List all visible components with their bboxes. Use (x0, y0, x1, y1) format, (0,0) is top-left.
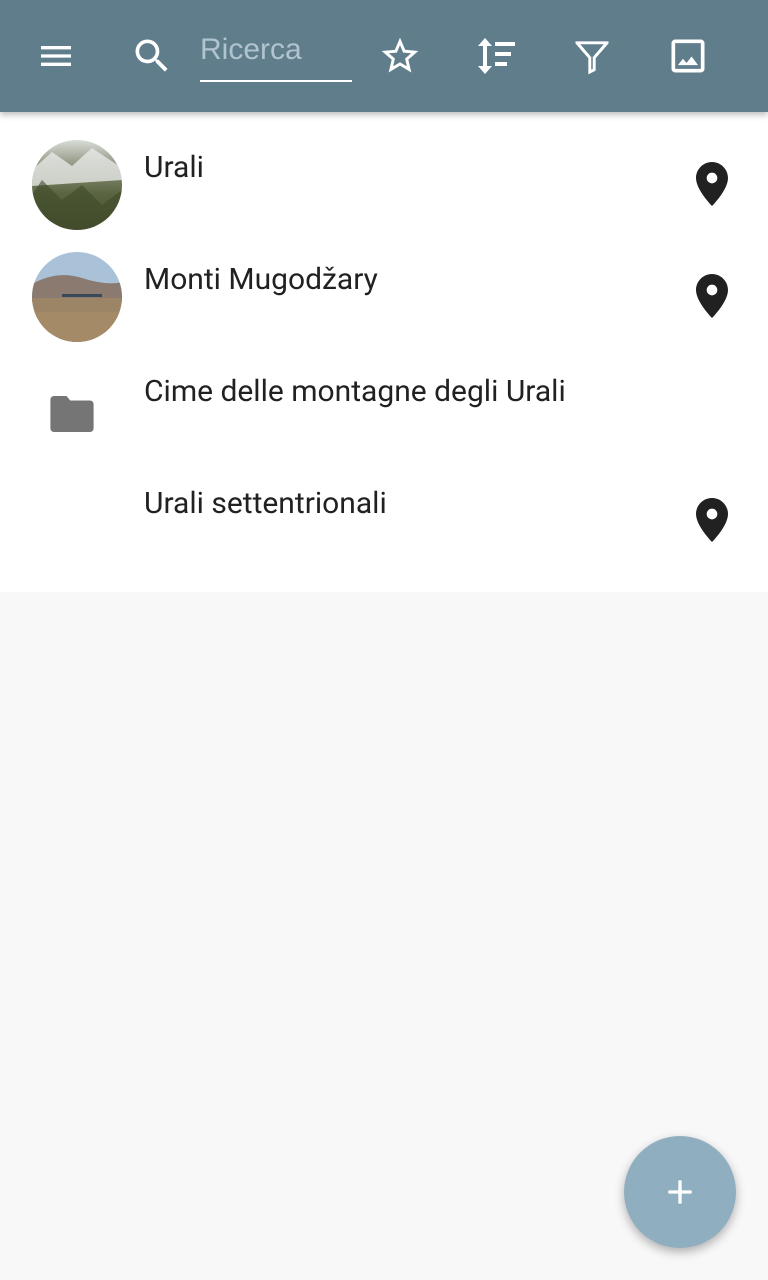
filter-icon (575, 41, 609, 75)
places-list: Urali Monti Mugodžary Cime delle montagn… (0, 112, 768, 592)
plus-icon (668, 1180, 692, 1204)
search-input[interactable] (200, 24, 352, 76)
add-button[interactable] (624, 1136, 736, 1248)
search-field[interactable] (200, 24, 352, 82)
map-pin-icon[interactable] (696, 162, 728, 206)
search-button[interactable] (124, 28, 180, 84)
image-toggle-button[interactable] (660, 28, 716, 84)
list-item[interactable]: Urali (0, 112, 768, 230)
folder-icon (50, 396, 94, 432)
filter-button[interactable] (564, 28, 620, 84)
item-label: Urali settentrionali (144, 486, 387, 521)
list-item[interactable]: Urali settentrionali (0, 448, 768, 560)
star-outline-icon (381, 37, 419, 73)
map-pin-icon[interactable] (696, 498, 728, 542)
item-label: Urali (144, 150, 204, 185)
list-item[interactable]: Cime delle montagne degli Urali (0, 336, 768, 448)
sort-button[interactable] (467, 28, 523, 84)
menu-button[interactable] (28, 28, 84, 84)
image-icon (671, 39, 705, 73)
favorites-button[interactable] (372, 28, 428, 84)
menu-icon (41, 46, 71, 66)
item-label: Cime delle montagne degli Urali (144, 374, 566, 409)
place-thumbnail (32, 252, 122, 342)
place-thumbnail (32, 140, 122, 230)
search-icon (135, 39, 168, 72)
item-label: Monti Mugodžary (144, 262, 378, 297)
app-bar (0, 0, 768, 112)
list-item[interactable]: Monti Mugodžary (0, 224, 768, 342)
sort-icon (478, 38, 515, 74)
map-pin-icon[interactable] (696, 274, 728, 318)
